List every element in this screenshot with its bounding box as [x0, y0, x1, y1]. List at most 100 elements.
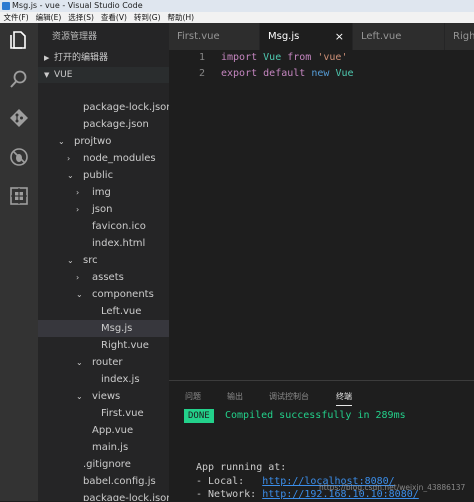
code-token: import — [221, 52, 258, 63]
tree-item[interactable]: Left.vue — [38, 303, 169, 320]
vscode-logo-icon — [2, 2, 10, 10]
tree-item-label: package-lock.json — [83, 102, 169, 113]
menu-item[interactable]: 选择(S) — [65, 12, 98, 23]
tree-item-label: router — [92, 357, 123, 368]
tree-item[interactable]: favicon.ico — [38, 218, 169, 235]
menu-item[interactable]: 文件(F) — [0, 12, 32, 23]
chevron-right-icon: › — [76, 205, 80, 214]
line-number: 1 — [198, 52, 205, 63]
tree-item-label: .gitignore — [83, 459, 131, 470]
code-line: 1 import Vue from 'vue' — [169, 50, 474, 66]
done-badge: DONE — [184, 409, 214, 423]
chevron-down-icon: ⌄ — [67, 171, 74, 180]
tab-label: First.vue — [177, 31, 220, 42]
code-token: from — [287, 52, 312, 63]
activity-bar — [0, 23, 38, 501]
workspace-section[interactable]: ▼ VUE — [38, 67, 169, 83]
editor-tab[interactable]: First.vue — [169, 23, 260, 50]
editor-tab[interactable]: Left.vue — [353, 23, 445, 50]
code-text: import Vue from 'vue' — [221, 50, 347, 66]
app-running-text: App running at: — [196, 462, 287, 473]
tree-item-label: public — [83, 170, 114, 181]
tree-item[interactable]: babel.config.js — [38, 473, 169, 490]
chevron-down-icon: ⌄ — [67, 256, 74, 265]
tree-item[interactable]: main.js — [38, 439, 169, 456]
tree-item-label: components — [92, 289, 154, 300]
tree-item[interactable]: Right.vue — [38, 337, 169, 354]
open-editors-label: 打开的编辑器 — [54, 53, 109, 63]
tree-item[interactable]: ⌄ public — [38, 167, 169, 184]
source-control-icon[interactable] — [8, 107, 30, 129]
tree-item[interactable]: ⌄ components — [38, 286, 169, 303]
tree-item[interactable]: ⌄ projtwo — [38, 133, 169, 150]
files-icon[interactable] — [8, 29, 30, 51]
tree-item-label: main.js — [92, 442, 129, 453]
search-icon[interactable] — [8, 68, 30, 90]
explorer-title: 资源管理器 — [52, 32, 98, 42]
chevron-right-icon: › — [76, 188, 80, 197]
tab-problems[interactable]: 问题 — [185, 391, 201, 402]
close-icon[interactable]: × — [335, 23, 344, 50]
tree-item[interactable]: index.html — [38, 235, 169, 252]
tree-item[interactable]: › assets — [38, 269, 169, 286]
tree-item[interactable]: First.vue — [38, 405, 169, 422]
tree-item-label: App.vue — [92, 425, 134, 436]
tree-item-label: babel.config.js — [83, 476, 156, 487]
tree-item[interactable]: ⌄ views — [38, 388, 169, 405]
chevron-down-icon: ⌄ — [76, 358, 83, 367]
explorer-sidebar: 资源管理器 ▶ 打开的编辑器 ▼ VUE package-lock.json pa… — [38, 23, 169, 501]
workspace-label: VUE — [54, 70, 73, 80]
tree-item[interactable]: ⌄ src — [38, 252, 169, 269]
code-text: export default new Vue — [221, 66, 354, 82]
tree-item[interactable]: Msg.js — [38, 320, 169, 337]
menu-item[interactable]: 帮助(H) — [164, 12, 198, 23]
tree-item[interactable]: › node_modules — [38, 150, 169, 167]
watermark: https://blog.csdn.net/weixin_43886137 — [319, 483, 466, 492]
tree-item-label: assets — [92, 272, 124, 283]
tree-item-label: src — [83, 255, 98, 266]
tree-item[interactable]: .gitignore — [38, 456, 169, 473]
chevron-right-icon: ▶ — [44, 54, 50, 62]
tree-item-label: node_modules — [83, 153, 156, 164]
debug-icon[interactable] — [8, 146, 30, 168]
code-editor[interactable]: 1 import Vue from 'vue' 2 export default ne… — [169, 50, 474, 380]
menu-bar: 文件(F) 编辑(E) 选择(S) 查看(V) 转到(G) 帮助(H) — [0, 12, 474, 23]
tree-item-label: Msg.js — [101, 323, 133, 334]
tree-item[interactable]: index.js — [38, 371, 169, 388]
code-token: Vue — [263, 52, 282, 63]
tab-output[interactable]: 输出 — [227, 391, 243, 402]
tree-item-label: First.vue — [101, 408, 144, 419]
tree-item[interactable]: ⌄ router — [38, 354, 169, 371]
tree-item[interactable]: package-lock.json — [38, 99, 169, 116]
tree-item[interactable]: package-lock.json — [38, 490, 169, 501]
tree-item-label: views — [92, 391, 121, 402]
editor-tab[interactable]: Righ — [445, 23, 474, 50]
open-editors-section[interactable]: ▶ 打开的编辑器 — [38, 50, 169, 66]
network-label: - Network: — [196, 489, 263, 500]
tree-item-label: package.json — [83, 119, 149, 130]
tree-item-label: Left.vue — [101, 306, 142, 317]
tab-debug-console[interactable]: 调试控制台 — [269, 391, 309, 402]
code-line: 2 export default new Vue — [169, 66, 474, 82]
tab-label: Msg.js — [268, 31, 300, 42]
code-token: Vue — [335, 68, 354, 79]
tree-item[interactable]: App.vue — [38, 422, 169, 439]
tree-item[interactable]: package.json — [38, 116, 169, 133]
menu-item[interactable]: 编辑(E) — [32, 12, 65, 23]
tree-item[interactable]: › img — [38, 184, 169, 201]
menu-item[interactable]: 转到(G) — [130, 12, 164, 23]
extensions-icon[interactable] — [8, 185, 30, 207]
tree-item-label: json — [92, 204, 113, 215]
title-bar: Msg.js - vue - Visual Studio Code — [0, 0, 474, 12]
tab-label: Left.vue — [361, 31, 402, 42]
tab-terminal[interactable]: 终端 — [336, 391, 352, 406]
tree-item-label: index.js — [101, 374, 140, 385]
editor-tab[interactable]: Msg.js × — [260, 23, 353, 50]
code-token: export — [221, 68, 258, 79]
chevron-down-icon: ⌄ — [76, 392, 83, 401]
tree-item-label: favicon.ico — [92, 221, 146, 232]
tree-item-label: index.html — [92, 238, 146, 249]
menu-item[interactable]: 查看(V) — [97, 12, 130, 23]
tree-item[interactable]: › json — [38, 201, 169, 218]
tab-label: Righ — [453, 31, 474, 42]
